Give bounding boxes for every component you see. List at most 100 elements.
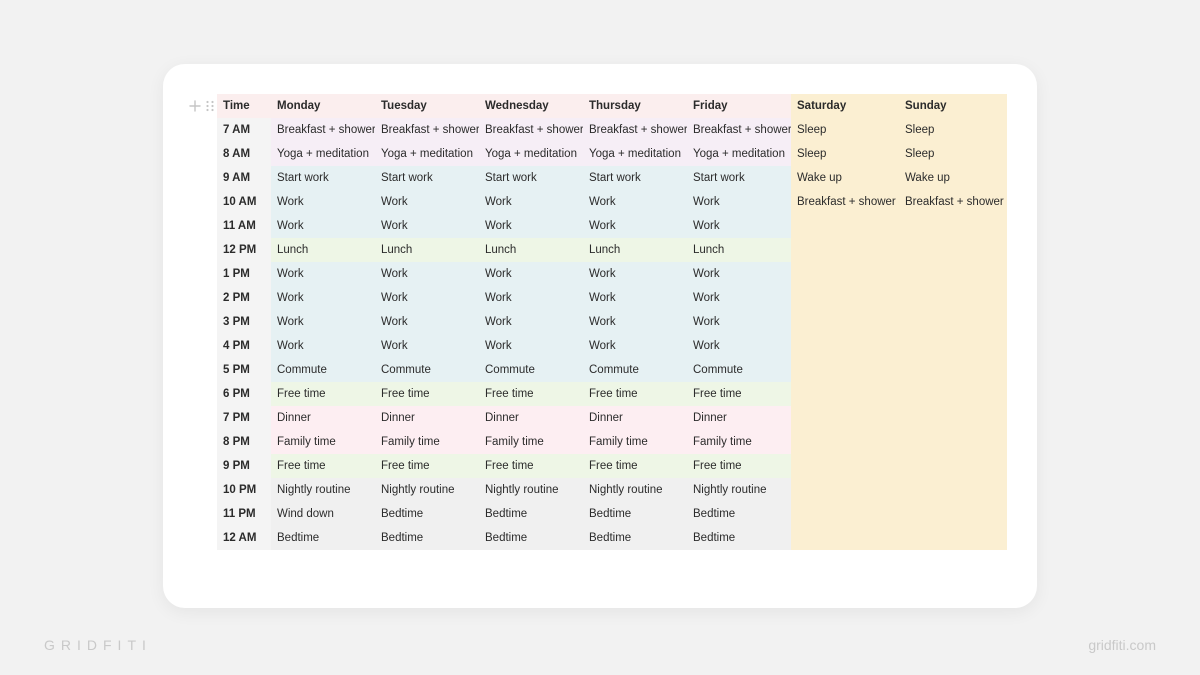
weekday-cell[interactable]: Dinner	[271, 406, 375, 430]
col-header-friday[interactable]: Friday	[687, 94, 791, 118]
weekday-cell[interactable]: Start work	[375, 166, 479, 190]
weekday-cell[interactable]: Commute	[583, 358, 687, 382]
time-cell[interactable]: 10 PM	[217, 478, 271, 502]
weekday-cell[interactable]: Yoga + meditation	[375, 142, 479, 166]
weekend-cell[interactable]	[791, 358, 899, 382]
weekday-cell[interactable]: Work	[479, 334, 583, 358]
weekend-cell[interactable]	[791, 214, 899, 238]
weekend-cell[interactable]	[791, 526, 899, 550]
weekday-cell[interactable]: Work	[271, 310, 375, 334]
weekday-cell[interactable]: Nightly routine	[687, 478, 791, 502]
time-cell[interactable]: 2 PM	[217, 286, 271, 310]
weekday-cell[interactable]: Work	[479, 190, 583, 214]
weekend-cell[interactable]	[791, 430, 899, 454]
weekend-cell[interactable]	[791, 478, 899, 502]
weekend-cell[interactable]	[899, 286, 1007, 310]
time-cell[interactable]: 9 PM	[217, 454, 271, 478]
weekday-cell[interactable]: Bedtime	[271, 526, 375, 550]
weekday-cell[interactable]: Dinner	[479, 406, 583, 430]
time-cell[interactable]: 7 PM	[217, 406, 271, 430]
weekday-cell[interactable]: Bedtime	[583, 526, 687, 550]
weekend-cell[interactable]	[899, 310, 1007, 334]
weekday-cell[interactable]: Bedtime	[375, 526, 479, 550]
weekend-cell[interactable]: Wake up	[791, 166, 899, 190]
weekday-cell[interactable]: Free time	[271, 382, 375, 406]
weekday-cell[interactable]: Family time	[375, 430, 479, 454]
weekday-cell[interactable]: Nightly routine	[479, 478, 583, 502]
col-header-wednesday[interactable]: Wednesday	[479, 94, 583, 118]
weekday-cell[interactable]: Breakfast + shower	[687, 118, 791, 142]
weekday-cell[interactable]: Free time	[687, 454, 791, 478]
weekend-cell[interactable]	[791, 262, 899, 286]
weekend-cell[interactable]	[791, 502, 899, 526]
weekday-cell[interactable]: Free time	[479, 382, 583, 406]
weekend-cell[interactable]	[899, 334, 1007, 358]
weekend-cell[interactable]	[791, 238, 899, 262]
weekday-cell[interactable]: Nightly routine	[271, 478, 375, 502]
weekday-cell[interactable]: Free time	[375, 454, 479, 478]
weekend-cell[interactable]	[791, 334, 899, 358]
weekday-cell[interactable]: Work	[375, 310, 479, 334]
weekday-cell[interactable]: Yoga + meditation	[687, 142, 791, 166]
weekday-cell[interactable]: Nightly routine	[375, 478, 479, 502]
weekend-cell[interactable]	[791, 382, 899, 406]
time-cell[interactable]: 8 PM	[217, 430, 271, 454]
weekday-cell[interactable]: Free time	[479, 454, 583, 478]
weekday-cell[interactable]: Work	[271, 262, 375, 286]
weekday-cell[interactable]: Yoga + meditation	[271, 142, 375, 166]
weekday-cell[interactable]: Family time	[687, 430, 791, 454]
weekday-cell[interactable]: Commute	[271, 358, 375, 382]
weekend-cell[interactable]	[899, 238, 1007, 262]
weekday-cell[interactable]: Work	[375, 214, 479, 238]
weekend-cell[interactable]	[899, 454, 1007, 478]
weekday-cell[interactable]: Lunch	[687, 238, 791, 262]
weekday-cell[interactable]: Commute	[687, 358, 791, 382]
weekday-cell[interactable]: Free time	[375, 382, 479, 406]
weekend-cell[interactable]	[899, 478, 1007, 502]
weekend-cell[interactable]	[899, 502, 1007, 526]
weekday-cell[interactable]: Work	[375, 262, 479, 286]
weekday-cell[interactable]: Work	[271, 214, 375, 238]
weekend-cell[interactable]	[791, 406, 899, 430]
weekday-cell[interactable]: Work	[687, 286, 791, 310]
weekday-cell[interactable]: Start work	[479, 166, 583, 190]
weekday-cell[interactable]: Work	[375, 286, 479, 310]
weekday-cell[interactable]: Lunch	[375, 238, 479, 262]
weekday-cell[interactable]: Work	[583, 310, 687, 334]
weekday-cell[interactable]: Work	[479, 310, 583, 334]
weekday-cell[interactable]: Work	[479, 286, 583, 310]
weekend-cell[interactable]: Wake up	[899, 166, 1007, 190]
weekday-cell[interactable]: Lunch	[271, 238, 375, 262]
weekday-cell[interactable]: Work	[271, 334, 375, 358]
weekend-cell[interactable]	[899, 358, 1007, 382]
weekday-cell[interactable]: Commute	[479, 358, 583, 382]
weekday-cell[interactable]: Work	[583, 334, 687, 358]
time-cell[interactable]: 1 PM	[217, 262, 271, 286]
time-cell[interactable]: 11 PM	[217, 502, 271, 526]
weekday-cell[interactable]: Dinner	[375, 406, 479, 430]
weekday-cell[interactable]: Dinner	[687, 406, 791, 430]
weekday-cell[interactable]: Work	[479, 214, 583, 238]
weekday-cell[interactable]: Bedtime	[687, 526, 791, 550]
weekend-cell[interactable]	[791, 454, 899, 478]
add-row-icon[interactable]	[189, 100, 201, 112]
weekday-cell[interactable]: Bedtime	[479, 502, 583, 526]
time-cell[interactable]: 11 AM	[217, 214, 271, 238]
weekday-cell[interactable]: Family time	[583, 430, 687, 454]
weekday-cell[interactable]: Start work	[687, 166, 791, 190]
weekend-cell[interactable]	[899, 214, 1007, 238]
weekday-cell[interactable]: Work	[687, 262, 791, 286]
weekday-cell[interactable]: Breakfast + shower	[583, 118, 687, 142]
weekday-cell[interactable]: Work	[479, 262, 583, 286]
time-cell[interactable]: 10 AM	[217, 190, 271, 214]
weekend-cell[interactable]	[899, 430, 1007, 454]
weekday-cell[interactable]: Lunch	[583, 238, 687, 262]
weekday-cell[interactable]: Work	[375, 190, 479, 214]
time-cell[interactable]: 5 PM	[217, 358, 271, 382]
col-header-time[interactable]: Time	[217, 94, 271, 118]
col-header-tuesday[interactable]: Tuesday	[375, 94, 479, 118]
weekday-cell[interactable]: Bedtime	[687, 502, 791, 526]
col-header-saturday[interactable]: Saturday	[791, 94, 899, 118]
weekday-cell[interactable]: Start work	[583, 166, 687, 190]
weekday-cell[interactable]: Start work	[271, 166, 375, 190]
